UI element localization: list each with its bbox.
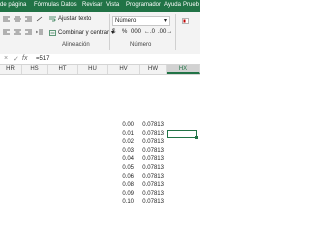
formula-input[interactable]: =517 — [36, 56, 50, 62]
cell-hv[interactable]: 0.01 — [110, 131, 134, 137]
thousands-separator-button[interactable]: 000 — [131, 29, 141, 35]
merge-center-icon — [49, 29, 56, 36]
column-header[interactable]: HW — [140, 65, 167, 74]
wrap-text-button[interactable]: Ajustar texto — [49, 16, 91, 22]
align-center-icon[interactable] — [14, 29, 21, 35]
wrap-text-label: Ajustar texto — [58, 16, 92, 22]
cell-hw[interactable]: 0.07813 — [140, 148, 164, 154]
tab-view[interactable]: Vista — [106, 2, 119, 8]
cell-hw[interactable]: 0.07813 — [140, 174, 164, 180]
tab-page-layout[interactable]: de página — [0, 2, 26, 8]
orientation-icon[interactable] — [36, 16, 43, 22]
cancel-icon[interactable]: × — [4, 55, 8, 62]
align-middle-icon[interactable] — [14, 16, 21, 22]
cell-hv[interactable]: 0.08 — [110, 182, 134, 188]
align-bottom-icon[interactable] — [25, 16, 32, 22]
alignment-group-label: Alineación — [62, 42, 90, 48]
cell-hv[interactable]: 0.00 — [110, 122, 134, 128]
cell-hw[interactable]: 0.07813 — [140, 199, 164, 205]
cell-hw[interactable]: 0.07813 — [140, 156, 164, 162]
increase-decimal-button[interactable]: ←.0 — [144, 29, 155, 35]
align-left-icon[interactable] — [3, 29, 10, 35]
cell-hv[interactable]: 0.10 — [110, 199, 134, 205]
tab-review[interactable]: Revisar — [82, 2, 102, 8]
cell-hw[interactable]: 0.07813 — [140, 131, 164, 137]
cell-hw[interactable]: 0.07813 — [140, 191, 164, 197]
tab-data[interactable]: Datos — [61, 2, 77, 8]
column-header[interactable]: HR — [0, 65, 22, 74]
decrease-decimal-button[interactable]: .00→ — [158, 29, 172, 35]
cell-hw[interactable]: 0.07813 — [140, 139, 164, 145]
align-top-left-icon[interactable] — [3, 16, 10, 22]
cell-hv[interactable]: 0.02 — [110, 139, 134, 145]
cell-hv[interactable]: 0.09 — [110, 191, 134, 197]
fill-handle[interactable] — [195, 136, 198, 139]
column-header[interactable]: HT — [48, 65, 78, 74]
formula-bar: × ✓ fx =517 — [0, 54, 200, 65]
cell-hw[interactable]: 0.07813 — [140, 165, 164, 171]
insert-function-icon[interactable]: fx — [22, 55, 27, 62]
number-format-value: Número — [115, 18, 137, 24]
active-cell[interactable] — [167, 130, 197, 138]
column-header-row: HR HS HT HU HV HW HX — [0, 65, 200, 75]
ribbon: Ajustar texto Combinar y centrar ▾ Aline… — [0, 12, 200, 55]
tab-test[interactable]: Prueb — [183, 2, 199, 8]
cell-hv[interactable]: 0.03 — [110, 148, 134, 154]
wrap-text-icon — [49, 16, 56, 22]
tab-help[interactable]: Ayuda — [164, 2, 181, 8]
group-separator — [175, 14, 176, 50]
tab-formulas[interactable]: Fórmulas — [34, 2, 59, 8]
indent-icon[interactable] — [36, 29, 43, 35]
currency-button[interactable]: $ — [112, 29, 115, 35]
cell-hw[interactable]: 0.07813 — [140, 182, 164, 188]
cell-hv[interactable]: 0.05 — [110, 165, 134, 171]
enter-icon[interactable]: ✓ — [13, 55, 19, 63]
column-header-selected[interactable]: HX — [167, 65, 200, 74]
number-group-label: Número — [130, 42, 152, 48]
conditional-format-icon[interactable] — [182, 18, 189, 24]
column-header[interactable]: HV — [108, 65, 140, 74]
group-separator — [109, 14, 110, 50]
merge-center-button[interactable]: Combinar y centrar ▾ — [49, 29, 114, 36]
ribbon-tab-bar: de página Fórmulas Datos Revisar Vista P… — [0, 0, 200, 12]
percent-button[interactable]: % — [122, 29, 127, 35]
cell-hw[interactable]: 0.07813 — [140, 122, 164, 128]
number-format-select[interactable]: Número ▾ — [112, 16, 170, 26]
cell-hv[interactable]: 0.04 — [110, 156, 134, 162]
cell-hv[interactable]: 0.06 — [110, 174, 134, 180]
align-right-icon[interactable] — [25, 29, 32, 35]
chevron-down-icon: ▾ — [163, 18, 167, 24]
merge-center-label: Combinar y centrar — [58, 29, 110, 36]
tab-developer[interactable]: Programador — [126, 2, 161, 8]
column-header[interactable]: HS — [22, 65, 48, 74]
column-header[interactable]: HU — [78, 65, 108, 74]
